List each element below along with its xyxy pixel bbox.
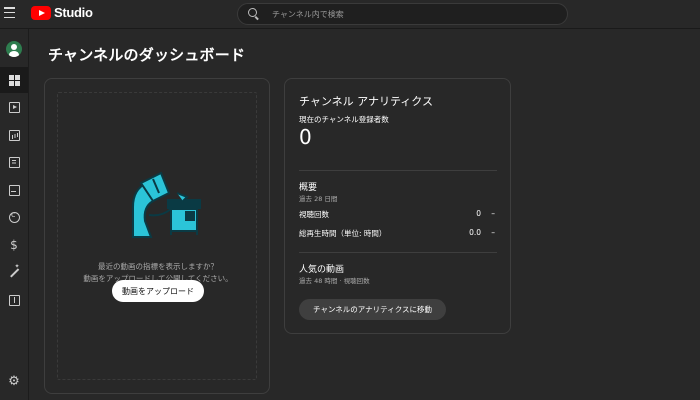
search-bar[interactable]: チャンネル内で検索 [237, 3, 568, 25]
subscribers-count: 0 [299, 125, 312, 149]
sidebar: $ ⚙ [0, 29, 29, 400]
sidebar-item-content[interactable] [0, 94, 28, 120]
subscribers-label: 現在のチャンネル登録者数 [299, 115, 389, 124]
logo-text: Studio [54, 5, 93, 20]
sidebar-item-audio-library[interactable] [0, 287, 28, 313]
top-videos-period: 過去 48 時間 · 視聴回数 [299, 277, 370, 285]
settings-gear-icon: ⚙ [8, 374, 20, 389]
metric-watchtime-value: 0.0 [469, 228, 481, 237]
customization-wand-icon [9, 263, 20, 278]
search-input[interactable]: チャンネル内で検索 [272, 9, 344, 20]
copyright-icon [8, 210, 20, 223]
metric-watchtime-label: 総再生時間（単位: 時間） [299, 229, 387, 238]
earn-dollar-icon: $ [10, 237, 18, 252]
youtube-play-icon [31, 5, 51, 20]
sidebar-item-customization[interactable] [0, 259, 28, 285]
content-icon [8, 101, 20, 113]
analytics-card-title: チャンネル アナリティクス [299, 95, 433, 108]
summary-title: 概要 [299, 183, 318, 193]
menu-icon[interactable] [4, 7, 15, 18]
search-icon[interactable] [248, 8, 260, 20]
top-bar-divider [0, 28, 700, 29]
metric-views-trend: – [491, 209, 495, 218]
upload-illustration [132, 171, 201, 238]
summary-period: 過去 28 日間 [299, 195, 338, 203]
comments-icon [8, 156, 20, 168]
sidebar-item-settings[interactable]: ⚙ [0, 369, 28, 395]
upload-video-card: 最近の動画の指標を表示しますか？ 動画をアップロードして公開してください。 動画… [44, 78, 270, 394]
dashboard-icon [8, 74, 20, 86]
account-avatar-icon [6, 41, 22, 57]
upload-prompt-line1: 最近の動画の指標を表示しますか？ [98, 262, 218, 271]
subtitles-icon [8, 184, 20, 196]
divider [299, 252, 497, 253]
sidebar-item-earn[interactable]: $ [0, 232, 28, 258]
upload-video-button[interactable]: 動画をアップロード [112, 280, 204, 302]
top-videos-title: 人気の動画 [299, 265, 345, 275]
go-to-analytics-button[interactable]: チャンネルのアナリティクスに移動 [299, 299, 446, 320]
youtube-studio-logo[interactable]: Studio [31, 5, 93, 20]
top-bar: Studio チャンネル内で検索 [0, 0, 700, 28]
audio-library-icon [8, 294, 20, 306]
page-title: チャンネルのダッシュボード [48, 46, 246, 64]
sidebar-item-subtitles[interactable] [0, 177, 28, 203]
divider [299, 170, 497, 171]
upload-dropzone: 最近の動画の指標を表示しますか？ 動画をアップロードして公開してください。 動画… [57, 92, 257, 380]
metric-views-label: 視聴回数 [299, 210, 329, 219]
analytics-icon [8, 129, 20, 141]
channel-analytics-card: チャンネル アナリティクス 現在のチャンネル登録者数 0 概要 過去 28 日間… [284, 78, 511, 334]
sidebar-item-analytics[interactable] [0, 122, 28, 148]
metric-views-value: 0 [476, 209, 481, 218]
sidebar-item-dashboard[interactable] [0, 67, 28, 93]
sidebar-item-comments[interactable] [0, 149, 28, 175]
sidebar-item-account[interactable] [0, 36, 28, 62]
sidebar-item-copyright[interactable] [0, 204, 28, 230]
metric-watchtime-trend: – [491, 228, 495, 237]
